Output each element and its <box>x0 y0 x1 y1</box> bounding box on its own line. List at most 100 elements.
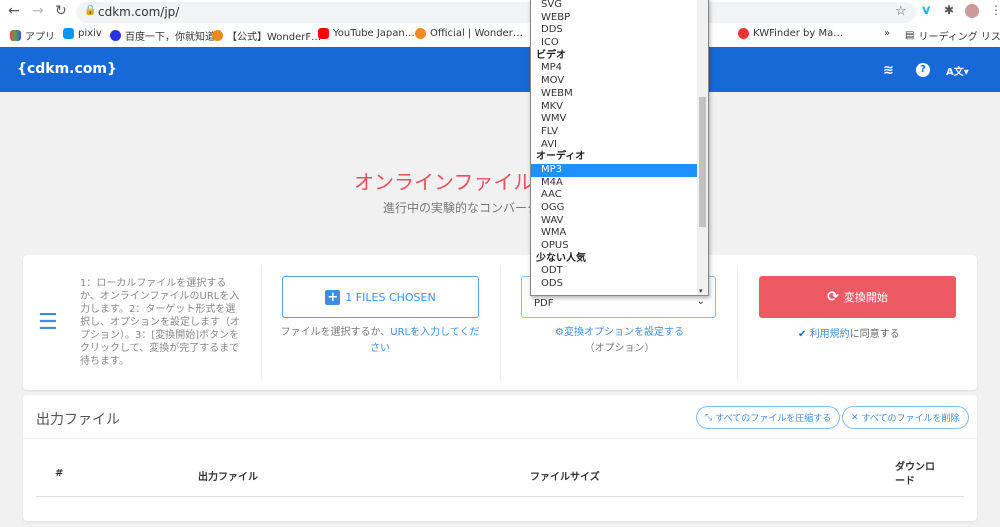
scrollbar-thumb[interactable] <box>699 97 706 227</box>
bookmark-label: Official | Wonder… <box>430 28 523 39</box>
dropdown-option[interactable]: MP4 <box>531 62 708 75</box>
apps-icon <box>10 30 21 41</box>
delete-all-button[interactable]: ✕ すべてのファイルを削除 <box>842 406 969 429</box>
lock-icon: 🔒 <box>84 5 97 16</box>
forward-icon[interactable]: → <box>32 3 44 23</box>
selected-format: PDF <box>534 298 554 309</box>
dropdown-option[interactable]: WAV <box>531 215 708 228</box>
divider <box>261 265 262 380</box>
dropdown-option[interactable]: OPUS <box>531 240 708 253</box>
overflow-label: » <box>884 28 891 39</box>
close-icon: ✕ <box>851 412 859 423</box>
bookmark-official[interactable]: Official | Wonder… <box>415 28 523 39</box>
bookmark-label: pixiv <box>78 28 102 39</box>
table-divider <box>36 496 964 497</box>
page-title: オンラインファイル <box>354 170 534 194</box>
steps-list-icon: ☰ <box>38 310 58 335</box>
dropdown-option[interactable]: SVG <box>531 0 708 12</box>
dropdown-group-label: 少ない人気 <box>536 252 586 264</box>
wonderfox-icon <box>212 30 223 41</box>
bookmark-pixiv[interactable]: pixiv <box>63 28 102 39</box>
dropdown-option[interactable]: AAC <box>531 189 708 202</box>
options-hint: ⚙変換オプションを設定する （オプション） <box>522 325 717 357</box>
dropdown-group-label: ビデオ <box>536 49 566 61</box>
choose-files-button[interactable]: +1 FILES CHOSEN <box>282 276 479 318</box>
site-logo[interactable]: {cdkm.com} <box>17 61 117 77</box>
bookmark-label: YouTube Japan… <box>333 28 415 39</box>
dropdown-option[interactable]: AVI <box>531 139 708 152</box>
compress-icon: ⤡ <box>705 412 713 423</box>
start-conversion-label: 変換開始 <box>843 291 888 304</box>
compress-all-button[interactable]: ⤡ すべてのファイルを圧縮する <box>696 406 841 429</box>
layers-icon[interactable]: ≋ <box>883 63 894 78</box>
pixiv-icon <box>63 28 74 39</box>
dropdown-option[interactable]: ODT <box>531 265 708 278</box>
gear-icon: ⚙ <box>555 327 564 338</box>
dropdown-option[interactable]: OGG <box>531 202 708 215</box>
bookmark-label: KWFinder by Ma… <box>753 28 844 39</box>
sync-icon: ⟳ <box>827 289 839 305</box>
plus-icon: + <box>325 289 341 305</box>
dropdown-option[interactable]: WMA <box>531 227 708 240</box>
format-dropdown-list[interactable]: SVG WEBP DDS ICO ビデオ MP4 MOV WEBM MKV WMV FLV AVI オー… <box>530 0 709 296</box>
compress-all-label: すべてのファイルを圧縮する <box>715 414 832 424</box>
dropdown-option[interactable]: ODS <box>531 278 708 291</box>
extensions-icon[interactable]: ✱ <box>944 3 954 17</box>
column-header-download: ダウンロード <box>895 462 935 487</box>
bookmark-wonderfox[interactable]: 【公式】WonderF… <box>212 28 321 43</box>
reading-list[interactable]: ▤リーディング リスト <box>905 28 1000 43</box>
terms-link[interactable]: 利用規約 <box>810 329 850 340</box>
language-icon[interactable]: A文▾ <box>946 63 969 78</box>
dropdown-option[interactable]: WEBP <box>531 12 708 25</box>
delete-all-label: すべてのファイルを削除 <box>861 414 960 424</box>
upload-hint-text: ファイルを選択するか、 <box>280 327 391 338</box>
bookmark-label: アプリ <box>25 32 55 43</box>
dropdown-option[interactable]: M4A <box>531 177 708 190</box>
column-header-size: ファイルサイズ <box>530 472 600 483</box>
options-suffix: （オプション） <box>584 343 655 354</box>
url-text[interactable]: cdkm.com/jp/ <box>98 5 179 19</box>
chevron-down-icon: ⌄ <box>696 296 705 307</box>
dropdown-option[interactable]: MP3 <box>531 163 708 177</box>
dropdown-option[interactable]: WMV <box>531 113 708 126</box>
star-icon[interactable]: ☆ <box>895 4 907 19</box>
kwfinder-icon <box>738 28 749 39</box>
dropdown-option[interactable]: MOV <box>531 75 708 88</box>
upload-hint: ファイルを選択するか、URLを入力してください <box>280 325 480 357</box>
dropdown-option[interactable]: DDS <box>531 24 708 37</box>
back-icon[interactable]: ← <box>8 3 20 23</box>
scroll-down-icon[interactable]: ▾ <box>699 287 703 295</box>
terms-checkbox[interactable]: ✔ <box>798 329 806 340</box>
browser-chrome: ← → ↻ 🔒 cdkm.com/jp/ ☆ v ✱ ⋮ アプリ pixiv 百… <box>0 0 1000 47</box>
divider <box>737 265 738 380</box>
dropdown-option[interactable]: MKV <box>531 101 708 114</box>
bookmark-kwfinder[interactable]: KWFinder by Ma… <box>738 28 843 39</box>
dropdown-option[interactable]: ICO <box>531 37 708 50</box>
dropdown-option[interactable]: FLV <box>531 126 708 139</box>
divider <box>500 265 501 380</box>
output-title: 出力ファイル <box>36 412 120 428</box>
conversion-options-link[interactable]: 変換オプションを設定する <box>564 327 684 338</box>
reading-list-icon: ▤ <box>905 30 915 41</box>
bookmark-baidu[interactable]: 百度一下，你就知道 <box>110 28 215 43</box>
vimeo-icon[interactable]: v <box>922 3 930 18</box>
column-header-number: # <box>55 468 64 479</box>
terms-suffix: に同意する <box>849 329 900 340</box>
baidu-icon <box>110 30 121 41</box>
wonderfox-icon <box>415 28 426 39</box>
menu-icon[interactable]: ⋮ <box>990 3 1000 17</box>
youtube-icon <box>318 28 329 39</box>
bookmarks-overflow[interactable]: » <box>884 28 890 39</box>
address-bar[interactable] <box>76 2 916 23</box>
column-header-file: 出力ファイル <box>198 472 258 483</box>
site-header <box>0 47 1000 92</box>
reload-icon[interactable]: ↻ <box>55 3 67 23</box>
bookmark-apps[interactable]: アプリ <box>10 28 55 43</box>
dropdown-scrollbar[interactable]: ▾ <box>697 0 708 295</box>
dropdown-option[interactable]: WEBM <box>531 88 708 101</box>
profile-avatar[interactable] <box>965 4 979 18</box>
start-conversion-button[interactable]: ⟳ 変換開始 <box>759 276 956 318</box>
bookmark-label: リーディング リスト <box>918 32 1000 43</box>
help-icon[interactable]: ? <box>916 63 930 77</box>
bookmark-youtube[interactable]: YouTube Japan… <box>318 28 415 39</box>
